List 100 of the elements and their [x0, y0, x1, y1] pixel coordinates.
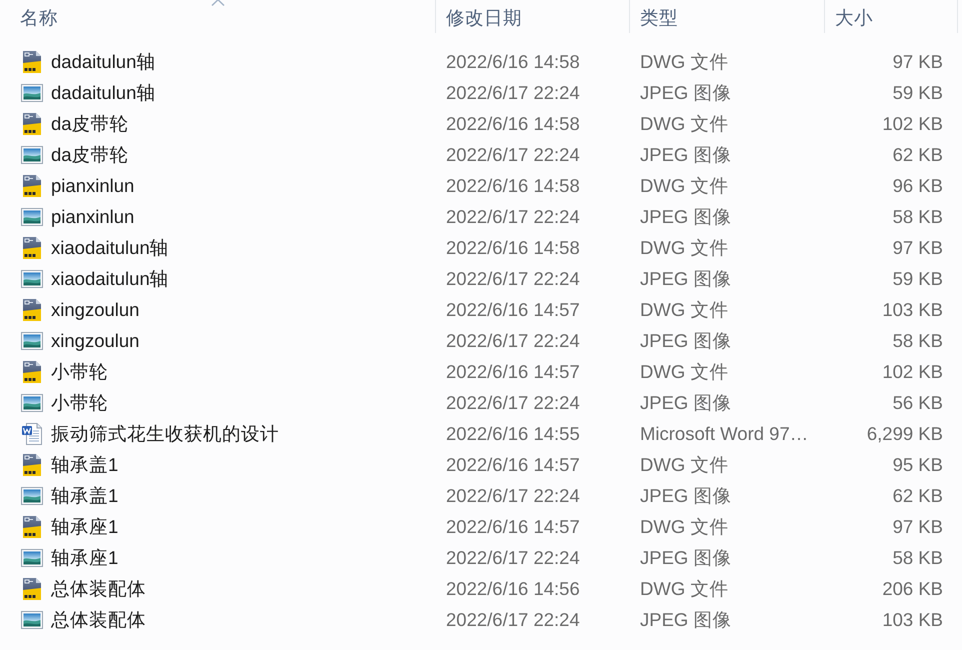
file-name[interactable]: 轴承座1	[51, 514, 118, 539]
image-icon	[21, 330, 43, 352]
file-icon	[21, 112, 43, 134]
file-type: DWG 文件	[640, 360, 728, 384]
file-type: JPEG 图像	[640, 143, 732, 167]
file-type: JPEG 图像	[640, 391, 732, 415]
file-type: JPEG 图像	[640, 546, 732, 570]
file-size: 59 KB	[892, 82, 943, 104]
file-name[interactable]: da皮带轮	[51, 142, 129, 167]
file-name[interactable]: da皮带轮	[51, 111, 129, 136]
file-name[interactable]: dadaitulun轴	[51, 80, 156, 105]
file-size: 95 KB	[892, 454, 943, 476]
file-icon	[21, 236, 43, 258]
file-type: JPEG 图像	[640, 267, 732, 291]
modified-date: 2022/6/16 14:55	[446, 422, 580, 444]
image-icon	[21, 484, 43, 506]
image-icon	[21, 82, 43, 104]
file-type: JPEG 图像	[640, 484, 732, 508]
modified-date: 2022/6/17 22:24	[446, 608, 580, 630]
file-size: 59 KB	[892, 268, 943, 290]
file-type: DWG 文件	[640, 50, 728, 74]
file-size: 97 KB	[892, 236, 943, 258]
modified-date: 2022/6/16 14:57	[446, 298, 580, 320]
file-type: JPEG 图像	[640, 608, 732, 632]
image-icon	[21, 206, 43, 228]
file-type: JPEG 图像	[640, 205, 732, 229]
file-name[interactable]: xingzoulun	[51, 298, 140, 320]
file-type: DWG 文件	[640, 453, 728, 477]
file-name[interactable]: 小带轮	[51, 390, 108, 415]
image-icon	[21, 392, 43, 414]
modified-date: 2022/6/16 14:58	[446, 236, 580, 258]
file-name[interactable]: 轴承座1	[51, 545, 118, 570]
file-size: 97 KB	[892, 50, 943, 72]
image-icon	[21, 144, 43, 166]
file-icon	[21, 50, 43, 72]
modified-date: 2022/6/17 22:24	[446, 330, 580, 352]
file-name[interactable]: 小带轮	[51, 359, 108, 384]
file-size: 96 KB	[892, 174, 943, 196]
modified-date: 2022/6/17 22:24	[446, 392, 580, 414]
file-size: 58 KB	[892, 546, 943, 568]
file-name[interactable]: xingzoulun	[51, 330, 140, 352]
file-icon	[21, 360, 43, 382]
column-header[interactable]: 类型	[630, 0, 825, 33]
file-size: 103 KB	[882, 608, 943, 630]
file-name[interactable]: pianxinlun	[51, 206, 134, 228]
file-name[interactable]: 轴承盖1	[51, 452, 118, 477]
file-type: DWG 文件	[640, 515, 728, 539]
file-type: DWG 文件	[640, 298, 728, 322]
file-name[interactable]: xiaodaitulun轴	[51, 266, 169, 291]
modified-date: 2022/6/17 22:24	[446, 206, 580, 228]
modified-date: 2022/6/16 14:57	[446, 454, 580, 476]
modified-date: 2022/6/17 22:24	[446, 546, 580, 568]
file-icon	[21, 454, 43, 476]
modified-date: 2022/6/16 14:57	[446, 516, 580, 538]
file-name[interactable]: 总体装配体	[51, 607, 146, 632]
file-type: Microsoft Word 97…	[640, 422, 808, 444]
modified-date: 2022/6/16 14:58	[446, 50, 580, 72]
modified-date: 2022/6/17 22:24	[446, 268, 580, 290]
file-name[interactable]: dadaitulun轴	[51, 49, 156, 74]
file-icon	[21, 578, 43, 600]
file-size: 103 KB	[882, 298, 943, 320]
modified-date: 2022/6/16 14:58	[446, 174, 580, 196]
file-size: 62 KB	[892, 144, 943, 166]
document-icon	[21, 422, 43, 444]
file-type: DWG 文件	[640, 236, 728, 260]
file-type: JPEG 图像	[640, 81, 732, 105]
file-name[interactable]: 轴承盖1	[51, 483, 118, 508]
file-size: 102 KB	[882, 112, 943, 134]
sort-caret-icon	[210, 0, 224, 6]
file-size: 62 KB	[892, 484, 943, 506]
file-name[interactable]: 振动筛式花生收获机的设计	[51, 421, 279, 446]
file-size: 97 KB	[892, 516, 943, 538]
file-type: JPEG 图像	[640, 329, 732, 353]
file-name[interactable]: xiaodaitulun轴	[51, 235, 169, 260]
file-size: 6,299 KB	[866, 422, 943, 444]
modified-date: 2022/6/17 22:24	[446, 82, 580, 104]
file-icon	[21, 174, 43, 196]
file-size: 56 KB	[892, 392, 943, 414]
image-icon	[21, 608, 43, 630]
column-header[interactable]: 名称	[0, 0, 436, 33]
file-size: 58 KB	[892, 330, 943, 352]
file-type: DWG 文件	[640, 112, 728, 136]
image-icon	[21, 268, 43, 290]
file-type: DWG 文件	[640, 577, 728, 601]
modified-date: 2022/6/16 14:58	[446, 112, 580, 134]
file-name[interactable]: 总体装配体	[51, 576, 146, 601]
file-name[interactable]: pianxinlun	[51, 174, 134, 196]
file-icon	[21, 298, 43, 320]
modified-date: 2022/6/17 22:24	[446, 144, 580, 166]
file-size: 206 KB	[882, 578, 943, 600]
file-size: 102 KB	[882, 360, 943, 382]
column-header[interactable]: 修改日期	[436, 0, 630, 33]
file-type: DWG 文件	[640, 174, 728, 198]
file-icon	[21, 516, 43, 538]
modified-date: 2022/6/16 14:57	[446, 360, 580, 382]
modified-date: 2022/6/17 22:24	[446, 484, 580, 506]
file-size: 58 KB	[892, 206, 943, 228]
image-icon	[21, 546, 43, 568]
column-header[interactable]: 大小	[825, 0, 958, 33]
modified-date: 2022/6/16 14:56	[446, 578, 580, 600]
